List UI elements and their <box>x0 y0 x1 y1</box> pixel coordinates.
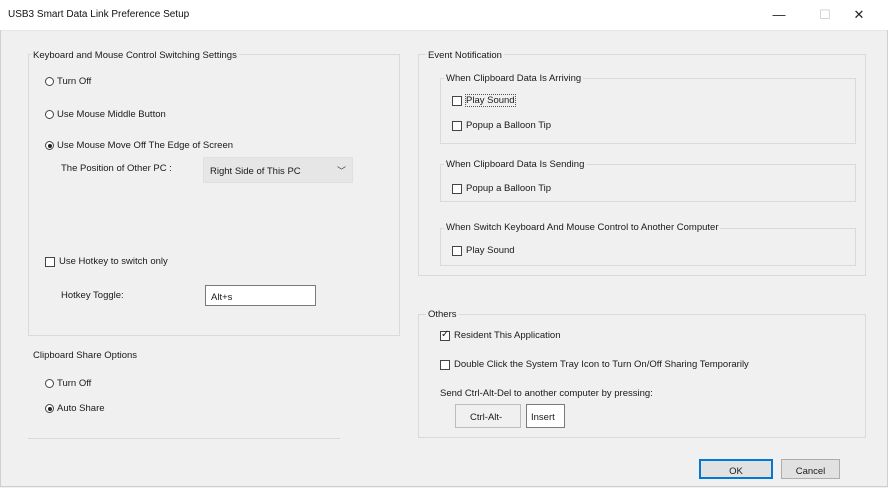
switch-play-sound-label[interactable]: Play Sound <box>466 245 515 256</box>
clipboard-group-title: Clipboard Share Options <box>31 350 140 361</box>
cad-prefix-value: Ctrl-Alt- <box>470 412 503 423</box>
position-select-value: Right Side of This PC <box>210 166 301 177</box>
kbm-edge-radio[interactable] <box>45 141 54 150</box>
cad-label: Send Ctrl-Alt-Del to another computer by… <box>440 388 653 399</box>
kbm-middle-button-radio[interactable] <box>45 110 54 119</box>
event-group-title: Event Notification <box>426 50 504 61</box>
hotkey-toggle-input[interactable]: Alt+s <box>205 285 316 306</box>
chevron-down-icon: ﹀ <box>336 166 346 176</box>
sending-popup-label[interactable]: Popup a Balloon Tip <box>466 183 551 194</box>
resident-checkbox[interactable]: ✓ <box>440 329 450 341</box>
arriving-play-sound-checkbox[interactable] <box>452 96 462 106</box>
doubleclick-label[interactable]: Double Click the System Tray Icon to Tur… <box>454 359 749 370</box>
others-group-title: Others <box>426 309 459 320</box>
hotkey-checkbox-label[interactable]: Use Hotkey to switch only <box>59 256 168 267</box>
clipboard-auto-share-label[interactable]: Auto Share <box>57 403 105 414</box>
arriving-group-title: When Clipboard Data Is Arriving <box>444 73 584 84</box>
arriving-popup-label[interactable]: Popup a Balloon Tip <box>466 120 551 131</box>
clipboard-group-divider <box>28 438 340 439</box>
hotkey-toggle-value: Alt+s <box>211 292 233 303</box>
ok-button[interactable]: OK <box>699 459 773 479</box>
title-bar[interactable]: USB3 Smart Data Link Preference Setup — … <box>0 0 888 31</box>
kbm-group-title: Keyboard and Mouse Control Switching Set… <box>31 50 239 61</box>
sending-popup-checkbox[interactable] <box>452 184 462 194</box>
doubleclick-checkbox[interactable] <box>440 360 450 370</box>
clipboard-turn-off-label[interactable]: Turn Off <box>57 378 91 389</box>
sending-group-title: When Clipboard Data Is Sending <box>444 159 587 170</box>
cad-prefix-field: Ctrl-Alt- <box>455 404 521 428</box>
minimize-button[interactable]: — <box>756 0 802 30</box>
kbm-edge-label[interactable]: Use Mouse Move Off The Edge of Screen <box>57 140 233 151</box>
arriving-play-sound-label[interactable]: Play Sound <box>465 94 516 107</box>
hotkey-checkbox[interactable] <box>45 257 55 267</box>
resident-label[interactable]: Resident This Application <box>454 330 561 341</box>
kbm-turn-off-radio[interactable] <box>45 77 54 86</box>
kbm-turn-off-label[interactable]: Turn Off <box>57 76 91 87</box>
ok-button-label: OK <box>729 466 743 477</box>
switch-play-sound-checkbox[interactable] <box>452 246 462 256</box>
checkmark-icon: ✓ <box>441 329 450 340</box>
cad-key-input[interactable]: Insert <box>526 404 565 428</box>
position-label: The Position of Other PC : <box>61 163 172 174</box>
hotkey-toggle-label: Hotkey Toggle: <box>61 290 124 301</box>
switch-group-title: When Switch Keyboard And Mouse Control t… <box>444 222 721 233</box>
position-select[interactable]: Right Side of This PC ﹀ <box>203 157 353 183</box>
cancel-button-label: Cancel <box>795 466 826 477</box>
cad-key-value: Insert <box>531 412 555 423</box>
arriving-group <box>440 78 856 144</box>
window-title: USB3 Smart Data Link Preference Setup <box>8 9 190 20</box>
clipboard-auto-share-radio[interactable] <box>45 404 54 413</box>
clipboard-turn-off-radio[interactable] <box>45 379 54 388</box>
cancel-button[interactable]: Cancel <box>781 459 840 479</box>
arriving-popup-checkbox[interactable] <box>452 121 462 131</box>
close-button[interactable]: ✕ <box>836 0 882 30</box>
kbm-middle-button-label[interactable]: Use Mouse Middle Button <box>57 109 166 120</box>
